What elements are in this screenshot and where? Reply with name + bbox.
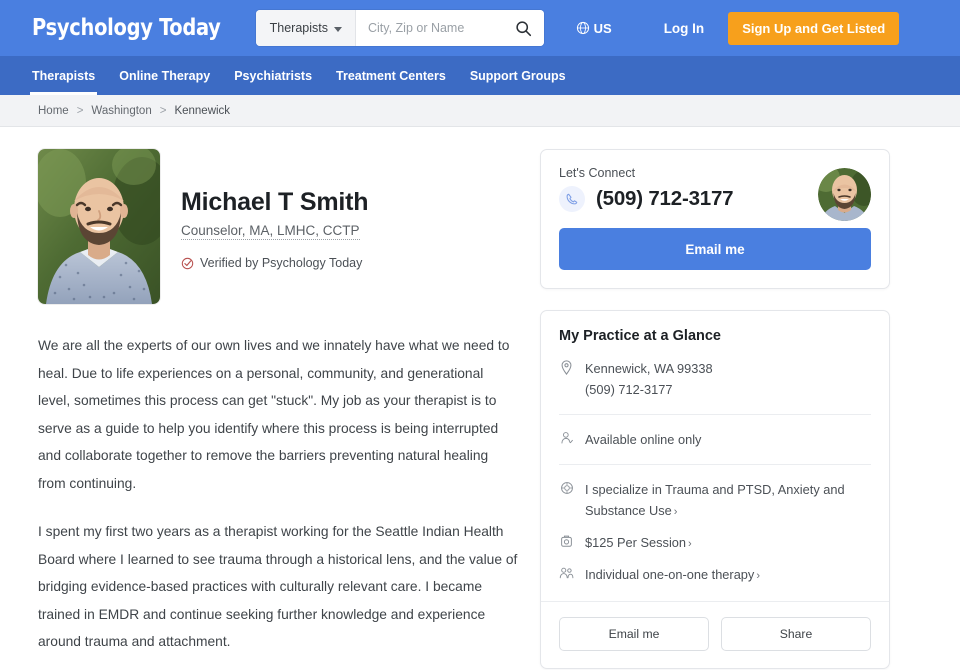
profile-credentials[interactable]: Counselor, MA, LMHC, CCTP xyxy=(181,223,360,240)
verified-label: Verified by Psychology Today xyxy=(200,256,363,270)
profile-portrait xyxy=(38,149,160,304)
search-icon xyxy=(516,20,532,36)
chevron-right-icon: › xyxy=(673,506,678,518)
breadcrumb: Home > Washington > Kennewick xyxy=(0,95,960,127)
phone-number[interactable]: (509) 712-3177 xyxy=(596,187,734,211)
glance-price-text: $125 Per Session xyxy=(585,535,687,550)
search-button[interactable] xyxy=(503,10,544,46)
glance-modality-text: Individual one-on-one therapy xyxy=(585,567,755,582)
glance-specialty-text: I specialize in Trauma and PTSD, Anxiety… xyxy=(585,482,845,518)
people-icon xyxy=(559,564,574,580)
login-link[interactable]: Log In xyxy=(664,21,705,36)
avatar xyxy=(818,168,871,221)
target-icon xyxy=(559,479,574,495)
bio-paragraph: I spent my first two years as a therapis… xyxy=(38,524,518,649)
globe-icon xyxy=(576,21,589,35)
profile-sidebar: Let's Connect (509) 712-3177 Email me My… xyxy=(540,127,890,670)
verified-check-icon xyxy=(181,257,194,269)
page-title: Michael T Smith xyxy=(181,188,369,216)
glance-action-buttons: Email me Share xyxy=(541,601,889,668)
breadcrumb-item-home[interactable]: Home xyxy=(38,105,69,117)
locale-selector[interactable]: US xyxy=(576,21,612,36)
glance-specialty-row[interactable]: I specialize in Trauma and PTSD, Anxiety… xyxy=(541,479,889,523)
glance-location-row: Kennewick, WA 99338 (509) 712-3177 xyxy=(541,358,889,400)
profile-identity: Michael T Smith Counselor, MA, LMHC, CCT… xyxy=(181,149,369,304)
practice-phone: (509) 712-3177 xyxy=(585,382,673,397)
bio-paragraph: We are all the experts of our own lives … xyxy=(38,338,510,491)
chevron-down-icon xyxy=(333,26,342,32)
chevron-right-icon: › xyxy=(688,538,692,550)
price-tag-icon xyxy=(559,532,574,548)
chevron-right-icon: › xyxy=(756,570,760,582)
primary-nav: Therapists Online Therapy Psychiatrists … xyxy=(0,56,960,95)
profile-main-column: Michael T Smith Counselor, MA, LMHC, CCT… xyxy=(38,127,518,670)
breadcrumb-item-kennewick: Kennewick xyxy=(174,104,231,117)
search-bar: Therapists City, Zip or Name xyxy=(255,10,544,46)
glance-availability-text: Available online only xyxy=(585,432,702,447)
search-input[interactable]: City, Zip or Name xyxy=(355,10,504,46)
glance-availability-section: Available online only xyxy=(541,415,889,464)
site-logo[interactable]: Psychology Today xyxy=(32,15,221,41)
search-type-dropdown[interactable]: Therapists xyxy=(255,10,356,46)
glance-email-me-button[interactable]: Email me xyxy=(559,617,709,651)
avatar-photo-icon xyxy=(818,168,871,221)
locale-label: US xyxy=(593,20,612,36)
location-pin-icon xyxy=(559,358,574,375)
verified-badge: Verified by Psychology Today xyxy=(181,256,368,270)
glance-modality-row[interactable]: Individual one-on-one therapy › xyxy=(541,564,889,587)
nav-item-therapists[interactable]: Therapists xyxy=(29,56,98,95)
glance-location-section: Kennewick, WA 99338 (509) 712-3177 xyxy=(541,344,889,414)
signup-button[interactable]: Sign Up and Get Listed xyxy=(728,11,900,45)
profile-header: Michael T Smith Counselor, MA, LMHC, CCT… xyxy=(38,149,518,304)
practice-glance-title: My Practice at a Glance xyxy=(559,328,721,344)
glance-details-section: I specialize in Trauma and PTSD, Anxiety… xyxy=(541,465,889,601)
search-placeholder: City, Zip or Name xyxy=(367,21,465,35)
practice-glance-card: My Practice at a Glance Kennewick, WA 99… xyxy=(540,310,890,669)
glance-price-row[interactable]: $125 Per Session › xyxy=(541,532,889,555)
nav-item-support-groups[interactable]: Support Groups xyxy=(470,56,566,95)
email-me-button[interactable]: Email me xyxy=(559,228,871,270)
practice-address: Kennewick, WA 99338 xyxy=(585,361,713,376)
profile-bio: We are all the experts of our own lives … xyxy=(38,332,518,656)
page-body: Michael T Smith Counselor, MA, LMHC, CCT… xyxy=(0,127,960,670)
breadcrumb-separator: > xyxy=(76,104,84,117)
site-header: Psychology Today Therapists City, Zip or… xyxy=(0,0,960,56)
connect-card: Let's Connect (509) 712-3177 Email me xyxy=(540,149,890,289)
nav-item-online-therapy[interactable]: Online Therapy xyxy=(119,56,210,95)
person-check-icon xyxy=(559,429,574,445)
nav-item-psychiatrists[interactable]: Psychiatrists xyxy=(234,56,312,95)
glance-availability-row: Available online only xyxy=(541,429,889,450)
breadcrumb-separator: > xyxy=(159,104,167,117)
glance-location-text: Kennewick, WA 99338 (509) 712-3177 xyxy=(585,358,713,400)
portrait-photo-icon xyxy=(38,149,160,304)
glance-share-button[interactable]: Share xyxy=(721,617,871,651)
breadcrumb-item-washington[interactable]: Washington xyxy=(91,105,151,117)
search-type-label: Therapists xyxy=(269,21,328,35)
phone-icon xyxy=(559,186,585,212)
nav-item-treatment-centers[interactable]: Treatment Centers xyxy=(336,56,446,95)
